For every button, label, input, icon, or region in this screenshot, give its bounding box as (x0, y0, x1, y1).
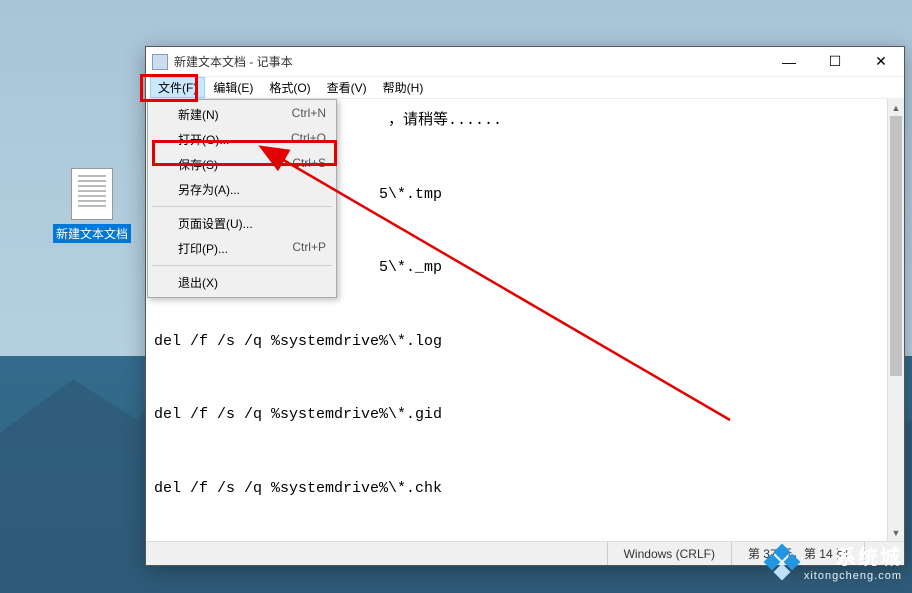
menu-file[interactable]: 文件(F) (150, 77, 205, 98)
text-partial-line: ，请稍等...... (388, 112, 502, 129)
menu-item-label: 打印(P)... (178, 240, 292, 257)
maximize-button[interactable]: ☐ (812, 47, 858, 77)
menu-view[interactable]: 查看(V) (319, 77, 375, 98)
menu-help[interactable]: 帮助(H) (375, 77, 432, 98)
menu-item-label: 保存(S) (178, 156, 292, 173)
scroll-up-arrow-icon[interactable]: ▲ (888, 99, 904, 116)
menu-item-label: 另存为(A)... (178, 181, 326, 198)
menu-edit[interactable]: 编辑(E) (205, 77, 261, 98)
menu-item-label: 页面设置(U)... (178, 215, 326, 232)
watermark-url: xitongcheng.com (804, 570, 902, 582)
menu-separator (152, 206, 332, 207)
desktop-file-icon[interactable]: 新建文本文档 (52, 168, 132, 243)
menu-item-page-setup[interactable]: 页面设置(U)... (150, 211, 334, 236)
titlebar: 新建文本文档 - 记事本 — ☐ ✕ (146, 47, 904, 77)
menu-item-label: 新建(N) (178, 106, 292, 123)
minimize-button[interactable]: — (766, 47, 812, 77)
menu-item-exit[interactable]: 退出(X) (150, 270, 334, 295)
scrollbar-thumb[interactable] (890, 116, 902, 376)
status-encoding: Windows (CRLF) (607, 542, 731, 565)
text-partial-line: 5\*._mp (379, 259, 442, 276)
file-menu-dropdown: 新建(N) Ctrl+N 打开(O)... Ctrl+O 保存(S) Ctrl+… (147, 99, 337, 298)
window-title: 新建文本文档 - 记事本 (174, 53, 766, 70)
menu-format[interactable]: 格式(O) (261, 77, 318, 98)
menu-separator (152, 265, 332, 266)
vertical-scrollbar[interactable]: ▲ ▼ (887, 99, 904, 541)
text-line: del /f /s /q %systemdrive%\*.chk (154, 480, 442, 497)
desktop-icon-label: 新建文本文档 (53, 224, 131, 243)
notepad-app-icon (152, 54, 168, 70)
text-partial-line: 5\*.tmp (379, 186, 442, 203)
menu-item-shortcut: Ctrl+S (292, 156, 326, 173)
menu-item-print[interactable]: 打印(P)... Ctrl+P (150, 236, 334, 261)
menu-item-new[interactable]: 新建(N) Ctrl+N (150, 102, 334, 127)
close-button[interactable]: ✕ (858, 47, 904, 77)
menu-item-open[interactable]: 打开(O)... Ctrl+O (150, 127, 334, 152)
menu-item-label: 退出(X) (178, 274, 326, 291)
window-controls: — ☐ ✕ (766, 47, 904, 77)
menu-item-save-as[interactable]: 另存为(A)... (150, 177, 334, 202)
watermark: 系统城 xitongcheng.com (756, 535, 912, 588)
text-line: del /f /s /q %systemdrive%\*.gid (154, 406, 442, 423)
text-file-icon (71, 168, 113, 220)
text-line: del /f /s /q %systemdrive%\*.log (154, 333, 442, 350)
menu-item-label: 打开(O)... (178, 131, 291, 148)
menu-item-shortcut: Ctrl+P (292, 240, 326, 257)
menu-item-shortcut: Ctrl+O (291, 131, 326, 148)
menubar: 文件(F) 编辑(E) 格式(O) 查看(V) 帮助(H) (146, 77, 904, 99)
watermark-brand: 系统城 (804, 541, 902, 570)
notepad-window: 新建文本文档 - 记事本 — ☐ ✕ 文件(F) 编辑(E) 格式(O) 查看(… (145, 46, 905, 566)
watermark-logo-icon (766, 546, 798, 578)
menu-item-shortcut: Ctrl+N (292, 106, 326, 123)
menu-item-save[interactable]: 保存(S) Ctrl+S (150, 152, 334, 177)
